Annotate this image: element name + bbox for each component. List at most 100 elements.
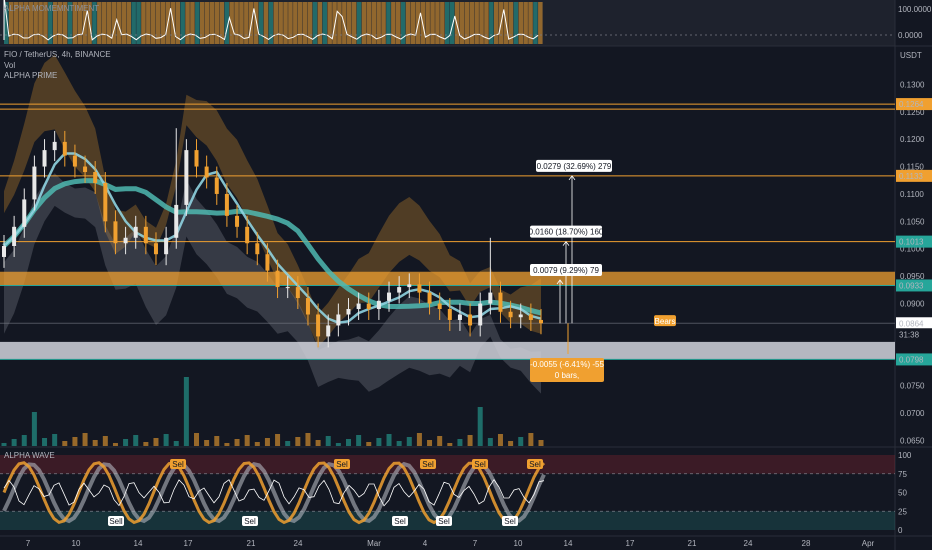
wave-axis-label: 50 — [898, 489, 907, 498]
momentum-bar — [234, 2, 239, 44]
momentum-bar — [538, 2, 543, 44]
candle-body — [235, 215, 240, 227]
prime-legend[interactable]: ALPHA PRIME — [4, 71, 57, 81]
momentum-bar — [391, 2, 396, 44]
momentum-bar — [513, 2, 519, 44]
time-axis-label: 4 — [423, 539, 428, 548]
candle-body — [427, 292, 432, 304]
gray-zone — [0, 341, 895, 360]
momentum-bar — [185, 2, 190, 44]
volume-bar — [366, 442, 372, 446]
candle-body — [174, 204, 179, 238]
price-level-badge-label: 0.0933 — [899, 281, 924, 290]
volume-bar — [487, 438, 493, 446]
volume-bar — [457, 439, 463, 446]
volume-bar — [163, 434, 169, 446]
time-axis-label: 17 — [626, 539, 635, 548]
volume-bar — [31, 412, 37, 446]
wave-signal-label: Sel — [394, 517, 406, 526]
candle-body — [62, 141, 67, 156]
candle-body — [295, 287, 300, 299]
momentum-bar — [347, 2, 352, 44]
wave-signal-label: Sel — [244, 517, 256, 526]
price-level-badge-label: 0.1133 — [899, 172, 923, 181]
symbol-title[interactable]: FIO / TetherUS, 4h, BINANCE — [4, 50, 111, 60]
momentum-bar — [381, 2, 386, 44]
down-measure-label: -0.0055 (-6.41%) -55 — [530, 360, 604, 369]
price-tick: 0.1050 — [900, 217, 925, 226]
volume-bar — [153, 438, 159, 446]
price-axis: USDT0.13000.12500.12000.11500.11000.1050… — [896, 5, 932, 535]
time-axis-label: 17 — [184, 539, 193, 548]
volume-bar — [224, 443, 230, 446]
candle-body — [123, 237, 128, 244]
volume-legend[interactable]: Vol — [4, 61, 15, 71]
candle-body — [184, 150, 189, 205]
candle-body — [518, 314, 523, 318]
candle-body — [316, 314, 321, 337]
momentum-bar — [146, 2, 151, 44]
candle-body — [194, 150, 199, 167]
candle-body — [275, 270, 280, 288]
time-axis-label: 21 — [688, 539, 697, 548]
candle-body — [42, 150, 47, 167]
volume-bar — [467, 435, 473, 446]
candle-body — [356, 303, 361, 310]
volume-bar — [72, 437, 78, 446]
candle-body — [539, 319, 543, 324]
momentum-bar — [337, 2, 342, 44]
volume-bar — [447, 443, 453, 446]
time-axis-label: 10 — [72, 539, 81, 548]
candle-body — [407, 284, 412, 288]
overbought-band — [0, 455, 895, 474]
wave-signal-label: Sell — [109, 517, 123, 526]
time-axis-label: 21 — [247, 539, 256, 548]
wave-axis-label: 100 — [898, 451, 912, 460]
volume-bar — [254, 442, 260, 446]
wave-signal-label: Sel — [422, 460, 434, 469]
volume-bar — [173, 441, 179, 446]
volume-bar — [143, 442, 149, 446]
candle-body — [164, 237, 169, 255]
candle-body — [468, 314, 473, 326]
momentum-bar — [425, 2, 430, 44]
momentum-bar — [435, 2, 440, 44]
price-tick: 0.0900 — [900, 300, 925, 309]
time-axis-label: 7 — [473, 539, 478, 548]
price-level-badge-label: 31:38 — [899, 330, 920, 339]
volume-bar — [508, 441, 514, 446]
time-axis-label: 24 — [744, 539, 753, 548]
time-axis-label: 14 — [134, 539, 143, 548]
candle-body — [113, 221, 118, 244]
momentum-bar — [258, 2, 264, 44]
momentum-bar — [302, 2, 308, 44]
time-axis-label: 7 — [26, 539, 31, 548]
candle-body — [103, 182, 108, 222]
orange-zone — [0, 271, 895, 286]
wave-title[interactable]: ALPHA WAVE — [4, 451, 55, 461]
volume-bar — [427, 440, 433, 446]
volume-bar — [528, 433, 534, 446]
bears-tag-label: Bears — [655, 317, 676, 326]
volume-bar — [133, 435, 139, 446]
volume-bar — [305, 433, 311, 446]
momentum-bar — [121, 2, 127, 44]
volume-bar — [386, 434, 392, 446]
momentum-axis-label: 0.0000 — [898, 31, 923, 40]
momentum-bar — [494, 2, 499, 44]
top-indicator-title: ALPHA MOMEMNTIMENT — [4, 4, 100, 13]
candle-body — [457, 314, 462, 320]
candle-body — [32, 166, 37, 200]
price-level-badge-label: 0.1013 — [899, 238, 924, 247]
candle-body — [93, 172, 98, 183]
volume-bar — [21, 435, 27, 446]
momentum-bar — [449, 2, 455, 44]
wave-signal-label: Sel — [172, 460, 184, 469]
price-tick: 0.1200 — [900, 135, 925, 144]
candle-body — [508, 311, 513, 318]
time-axis-label: 10 — [514, 539, 523, 548]
measure-label: 0.0279 (32.69%) 279 — [537, 162, 612, 171]
momentum-bar — [366, 2, 372, 44]
wave-signal-label: Sel — [438, 517, 450, 526]
time-axis-label: 24 — [294, 539, 303, 548]
